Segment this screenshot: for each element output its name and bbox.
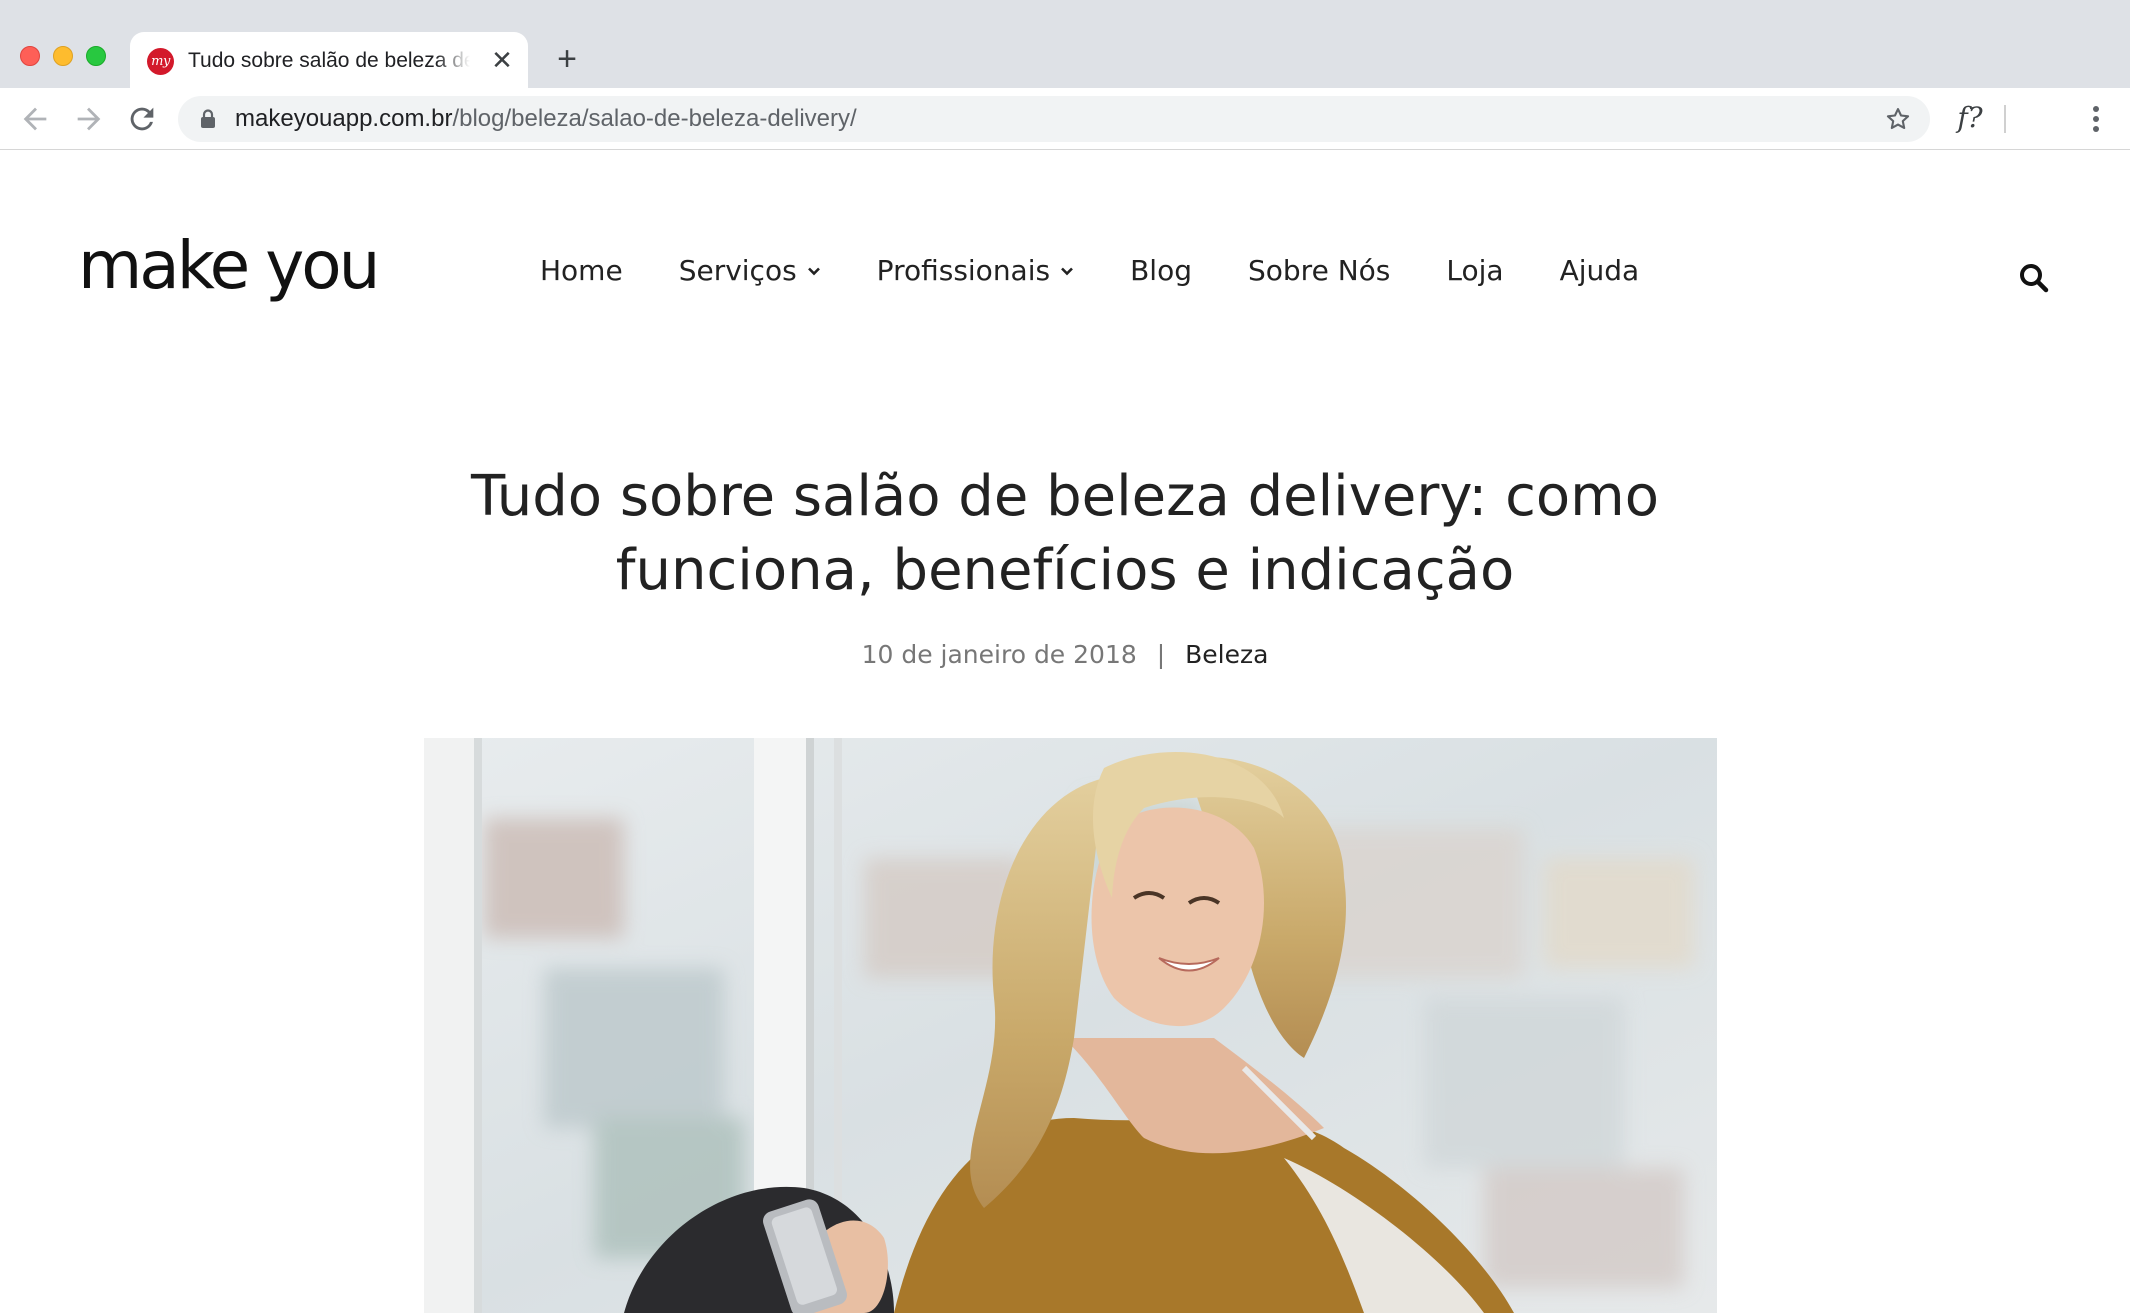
article-date: 10 de janeiro de 2018 xyxy=(861,640,1137,669)
nav-item-loja[interactable]: Loja xyxy=(1446,254,1503,288)
chevron-down-icon xyxy=(1061,267,1074,276)
site-favicon-icon: my xyxy=(147,48,174,75)
url-path: /blog/beleza/salao-de-beleza-delivery/ xyxy=(452,105,857,132)
nav-item-servicos[interactable]: Serviços xyxy=(679,254,821,288)
nav-item-home[interactable]: Home xyxy=(540,254,623,288)
back-arrow-icon[interactable] xyxy=(18,102,52,136)
toolbar-divider xyxy=(2004,105,2006,133)
nav-item-label: Blog xyxy=(1130,254,1192,287)
window-close-button[interactable] xyxy=(20,46,40,66)
nav-item-profissionais[interactable]: Profissionais xyxy=(877,254,1074,288)
nav-item-ajuda[interactable]: Ajuda xyxy=(1560,254,1640,288)
article-category-link[interactable]: Beleza xyxy=(1185,640,1268,669)
browser-tabstrip: my Tudo sobre salão de beleza delivery: … xyxy=(0,0,2130,88)
nav-item-sobre-nos[interactable]: Sobre Nós xyxy=(1248,254,1390,288)
new-tab-button[interactable]: + xyxy=(550,42,584,76)
lock-icon[interactable] xyxy=(200,109,216,129)
tab-close-icon[interactable]: ✕ xyxy=(488,46,516,74)
url-host: makeyouapp.com.br xyxy=(235,105,453,132)
star-icon[interactable] xyxy=(1884,105,1912,133)
nav-item-label: Home xyxy=(540,254,623,287)
meta-separator: | xyxy=(1156,640,1166,669)
nav-item-blog[interactable]: Blog xyxy=(1130,254,1192,288)
kebab-menu-icon[interactable] xyxy=(2082,102,2110,136)
hero-photo-woman-with-phone xyxy=(424,738,1717,1313)
window-minimize-button[interactable] xyxy=(53,46,73,66)
search-icon[interactable] xyxy=(2018,262,2050,294)
chevron-down-icon xyxy=(807,267,820,276)
nav-item-label: Ajuda xyxy=(1559,254,1640,287)
nav-item-label: Profissionais xyxy=(876,254,1051,287)
site-logo[interactable]: make you xyxy=(78,226,380,306)
url-text[interactable]: makeyouapp.com.br/blog/beleza/salao-de-b… xyxy=(235,105,857,133)
article-hero-image xyxy=(424,738,1717,1313)
article-meta: 10 de janeiro de 2018 | Beleza xyxy=(0,638,2130,672)
nav-item-label: Sobre Nós xyxy=(1248,254,1391,287)
address-bar[interactable]: makeyouapp.com.br/blog/beleza/salao-de-b… xyxy=(178,96,1930,142)
forward-arrow-icon[interactable] xyxy=(72,102,106,136)
browser-tab-active[interactable]: my Tudo sobre salão de beleza delivery: … xyxy=(130,32,528,88)
nav-item-label: Loja xyxy=(1446,254,1504,287)
browser-toolbar: makeyouapp.com.br/blog/beleza/salao-de-b… xyxy=(0,88,2130,150)
window-zoom-button[interactable] xyxy=(86,46,106,66)
reload-icon[interactable] xyxy=(125,102,159,136)
article-title: Tudo sobre salão de beleza delivery: com… xyxy=(471,464,1659,603)
site-header: make you Home Serviços Profissionais Blo… xyxy=(0,150,2130,410)
extension-button[interactable]: f? xyxy=(1950,98,1990,138)
main-navigation: Home Serviços Profissionais Blog Sobre N… xyxy=(540,254,1695,288)
tab-title: Tudo sobre salão de beleza delivery: com… xyxy=(188,49,470,72)
nav-item-label: Serviços xyxy=(678,254,797,287)
